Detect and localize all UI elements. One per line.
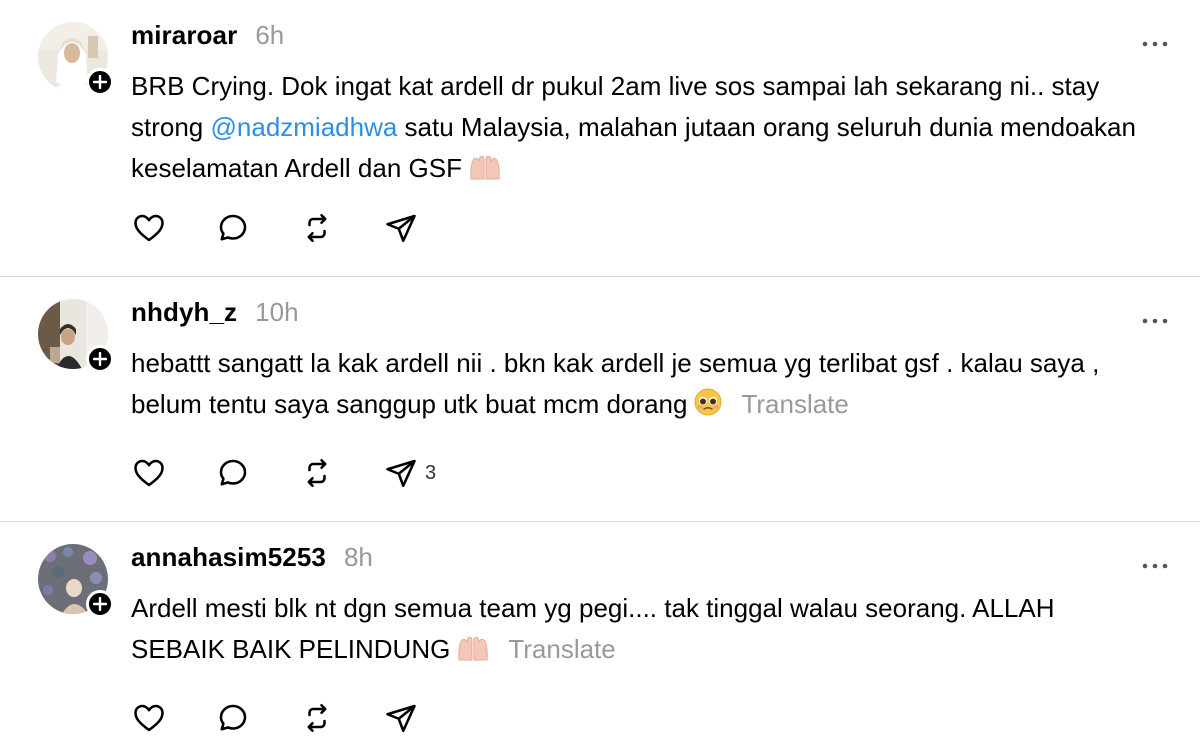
action-bar: 3 <box>131 455 484 491</box>
avatar[interactable] <box>38 544 114 618</box>
share-icon <box>386 214 416 243</box>
reply-button[interactable] <box>215 700 251 736</box>
more-icon[interactable] <box>1140 36 1170 47</box>
like-button[interactable] <box>131 455 167 491</box>
more-icon[interactable] <box>1140 558 1170 569</box>
follow-plus-icon[interactable] <box>86 345 114 373</box>
post-time[interactable]: 8h <box>344 542 373 573</box>
share-button[interactable] <box>383 210 425 246</box>
repost-icon <box>307 213 327 243</box>
repost-button[interactable] <box>299 210 335 246</box>
comment-icon <box>219 704 247 731</box>
heart-icon <box>134 214 164 242</box>
pleading-face-emoji <box>693 387 723 429</box>
raising-hands-emoji <box>456 633 490 674</box>
comment-icon <box>219 214 247 241</box>
comment-icon <box>219 459 247 486</box>
share-button[interactable] <box>383 700 425 736</box>
translate-link[interactable]: Translate <box>508 634 615 664</box>
like-button[interactable] <box>131 700 167 736</box>
repost-icon <box>307 458 327 488</box>
thread-post: annahasim5253 8h Ardell mesti blk nt dgn… <box>0 522 1200 753</box>
post-time[interactable]: 6h <box>255 20 284 51</box>
post-time[interactable]: 10h <box>255 297 298 328</box>
thread-post: nhdyh_z 10h hebattt sangatt la kak ardel… <box>0 277 1200 522</box>
username[interactable]: nhdyh_z <box>131 297 237 328</box>
heart-icon <box>134 704 164 732</box>
more-icon[interactable] <box>1140 313 1170 324</box>
share-button[interactable]: 3 <box>383 455 436 491</box>
share-icon <box>386 704 416 733</box>
share-icon <box>386 459 416 488</box>
post-text: BRB Crying. Dok ingat kat ardell dr puku… <box>131 66 1141 193</box>
thread-post: miraroar 6h BRB Crying. Dok ingat kat ar… <box>0 0 1200 277</box>
avatar[interactable] <box>38 22 114 96</box>
like-button[interactable] <box>131 210 167 246</box>
repost-icon <box>307 703 327 733</box>
post-header: miraroar 6h <box>131 20 284 51</box>
mention-link[interactable]: @nadzmiadhwa <box>211 112 398 142</box>
follow-plus-icon[interactable] <box>86 68 114 96</box>
repost-button[interactable] <box>299 455 335 491</box>
reply-button[interactable] <box>215 455 251 491</box>
username[interactable]: annahasim5253 <box>131 542 326 573</box>
heart-icon <box>134 459 164 487</box>
reply-button[interactable] <box>215 210 251 246</box>
username[interactable]: miraroar <box>131 20 237 51</box>
post-text: hebattt sangatt la kak ardell nii . bkn … <box>131 343 1141 429</box>
post-header: annahasim5253 8h <box>131 542 373 573</box>
share-count: 3 <box>425 461 437 484</box>
post-header: nhdyh_z 10h <box>131 297 299 328</box>
repost-button[interactable] <box>299 700 335 736</box>
avatar[interactable] <box>38 299 114 373</box>
post-text: Ardell mesti blk nt dgn semua team yg pe… <box>131 588 1141 674</box>
raising-hands-emoji <box>468 152 502 193</box>
action-bar <box>131 210 473 246</box>
translate-link[interactable]: Translate <box>741 389 848 419</box>
post-text-start: hebattt sangatt la kak ardell nii . bkn … <box>131 348 1100 419</box>
follow-plus-icon[interactable] <box>86 590 114 618</box>
action-bar <box>131 700 473 736</box>
